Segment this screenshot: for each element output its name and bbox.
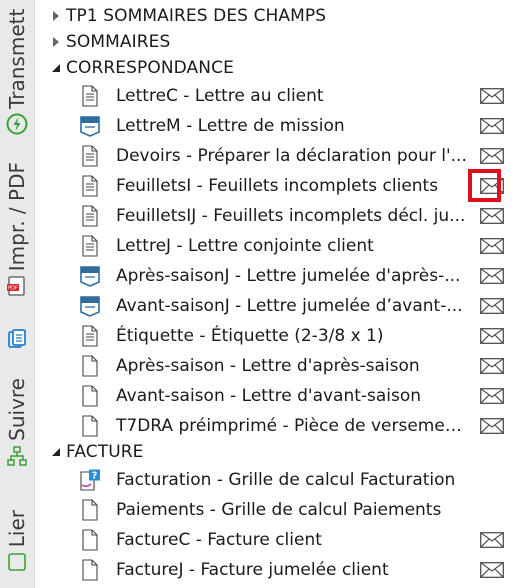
group-sommaires[interactable]: SOMMAIRES bbox=[34, 29, 514, 55]
sidebar-suivre-label: Suivre bbox=[5, 378, 29, 441]
tree-item[interactable]: FactureJ - Facture jumelée client bbox=[34, 555, 527, 585]
svg-text:?: ? bbox=[92, 471, 98, 482]
item-label: FeuilletsI - Feuillets incomplets client… bbox=[116, 176, 439, 196]
sidebar-impr-pdf-label: Impr. / PDF bbox=[5, 162, 29, 272]
tree-item[interactable]: FactureC - Facture client bbox=[34, 525, 527, 555]
letter-template-icon bbox=[79, 295, 101, 317]
envelope-icon[interactable] bbox=[480, 562, 504, 578]
svg-text:PDF: PDF bbox=[8, 286, 18, 292]
lightning-icon bbox=[6, 113, 28, 135]
tree-item[interactable]: FeuilletsI - Feuillets incomplets client… bbox=[34, 171, 527, 201]
left-sidebar: Transmettre Impr. / PDF PDF Suivre Lier bbox=[0, 0, 35, 588]
document-icon bbox=[79, 205, 101, 227]
document-icon bbox=[79, 235, 101, 257]
envelope-icon[interactable] bbox=[480, 268, 504, 284]
blank-document-icon bbox=[79, 355, 101, 377]
blank-document-icon bbox=[79, 415, 101, 437]
collapse-arrow-icon[interactable] bbox=[51, 447, 61, 457]
item-label: LettreJ - Lettre conjointe client bbox=[116, 236, 374, 256]
tree-item[interactable]: ? Facturation - Grille de calcul Factura… bbox=[34, 465, 527, 495]
envelope-icon[interactable] bbox=[480, 532, 504, 548]
item-label: T7DRA préimprimé - Pièce de versemen... bbox=[116, 416, 468, 436]
envelope-icon[interactable] bbox=[480, 208, 504, 224]
item-label: FeuilletsIJ - Feuillets incomplets décl.… bbox=[116, 206, 466, 226]
envelope-icon[interactable] bbox=[480, 298, 504, 314]
item-label: Paiements - Grille de calcul Paiements bbox=[116, 500, 442, 520]
item-label: Après-saison - Lettre d'après-saison bbox=[116, 356, 420, 376]
blank-document-icon bbox=[79, 559, 101, 581]
item-label: LettreC - Lettre au client bbox=[116, 86, 324, 106]
expand-arrow-icon[interactable] bbox=[51, 37, 61, 47]
collapse-arrow-icon[interactable] bbox=[51, 63, 61, 73]
item-label: FactureJ - Facture jumelée client bbox=[116, 560, 389, 580]
item-label: Étiquette - Étiquette (2-3/8 x 1) bbox=[116, 326, 384, 346]
envelope-icon[interactable] bbox=[480, 358, 504, 374]
group-correspondance[interactable]: CORRESPONDANCE bbox=[34, 55, 514, 81]
item-label: Devoirs - Préparer la déclaration pour l… bbox=[116, 146, 467, 166]
calculation-grid-icon: ? bbox=[79, 469, 101, 491]
envelope-icon[interactable] bbox=[480, 418, 504, 434]
hierarchy-icon bbox=[6, 445, 28, 467]
tree-item[interactable]: LettreC - Lettre au client bbox=[34, 81, 527, 111]
document-icon bbox=[79, 145, 101, 167]
document-icon bbox=[79, 325, 101, 347]
group-label: TP1 SOMMAIRES DES CHAMPS bbox=[66, 6, 327, 26]
group-label: CORRESPONDANCE bbox=[66, 58, 234, 78]
sidebar-document-icon-item[interactable] bbox=[0, 322, 34, 352]
item-label: Avant-saison - Lettre d'avant-saison bbox=[116, 386, 422, 406]
sidebar-transmettre-label: Transmettre bbox=[5, 9, 29, 109]
item-label: Après-saisonJ - Lettre jumelée d'après-.… bbox=[116, 266, 461, 286]
documents-icon bbox=[6, 328, 28, 350]
tree-item[interactable]: FeuilletsIJ - Feuillets incomplets décl.… bbox=[34, 201, 527, 231]
item-label: Avant-saisonJ - Lettre jumelée d’avant-.… bbox=[116, 296, 463, 316]
tree-item[interactable]: Après-saisonJ - Lettre jumelée d'après-.… bbox=[34, 261, 527, 291]
tree-item[interactable]: Avant-saison - Lettre d'avant-saison bbox=[34, 381, 527, 411]
blank-document-icon bbox=[79, 499, 101, 521]
tree-item[interactable]: Après-saison - Lettre d'après-saison bbox=[34, 351, 527, 381]
envelope-icon[interactable] bbox=[480, 88, 504, 104]
group-tp1-sommaires[interactable]: TP1 SOMMAIRES DES CHAMPS bbox=[34, 3, 514, 29]
sidebar-transmettre[interactable]: Transmettre bbox=[0, 0, 34, 135]
envelope-icon[interactable] bbox=[480, 148, 504, 164]
item-label: FactureC - Facture client bbox=[116, 530, 322, 550]
envelope-icon[interactable] bbox=[480, 118, 504, 134]
envelope-icon[interactable] bbox=[480, 388, 504, 404]
item-label: LettreM - Lettre de mission bbox=[116, 116, 345, 136]
tree-item[interactable]: Étiquette - Étiquette (2-3/8 x 1) bbox=[34, 321, 527, 351]
sidebar-lier[interactable]: Lier bbox=[0, 510, 34, 588]
tree-item[interactable]: T7DRA préimprimé - Pièce de versemen... bbox=[34, 411, 527, 441]
sidebar-lier-label: Lier bbox=[5, 510, 29, 548]
form-tree: TP1 SOMMAIRES DES CHAMPS SOMMAIRES CORRE… bbox=[34, 0, 527, 588]
print-pdf-icon: PDF bbox=[6, 275, 28, 297]
group-facture[interactable]: FACTURE bbox=[34, 439, 514, 465]
tree-item[interactable]: LettreJ - Lettre conjointe client bbox=[34, 231, 527, 261]
envelope-icon[interactable] bbox=[480, 178, 504, 194]
letter-template-icon bbox=[79, 115, 101, 137]
item-label: Facturation - Grille de calcul Facturati… bbox=[116, 470, 456, 490]
group-label: SOMMAIRES bbox=[66, 32, 171, 52]
blank-document-icon bbox=[79, 529, 101, 551]
blank-document-icon bbox=[79, 385, 101, 407]
tree-item[interactable]: LettreM - Lettre de mission bbox=[34, 111, 527, 141]
sidebar-suivre[interactable]: Suivre bbox=[0, 378, 34, 478]
tree-item[interactable]: Devoirs - Préparer la déclaration pour l… bbox=[34, 141, 527, 171]
document-icon bbox=[79, 85, 101, 107]
group-label: FACTURE bbox=[66, 442, 144, 462]
document-icon bbox=[79, 175, 101, 197]
envelope-icon[interactable] bbox=[480, 238, 504, 254]
expand-arrow-icon[interactable] bbox=[51, 11, 61, 21]
tree-item[interactable]: Avant-saisonJ - Lettre jumelée d’avant-.… bbox=[34, 291, 527, 321]
link-icon bbox=[6, 551, 28, 573]
tree-item[interactable]: Paiements - Grille de calcul Paiements bbox=[34, 495, 527, 525]
envelope-icon[interactable] bbox=[480, 328, 504, 344]
letter-template-icon bbox=[79, 265, 101, 287]
